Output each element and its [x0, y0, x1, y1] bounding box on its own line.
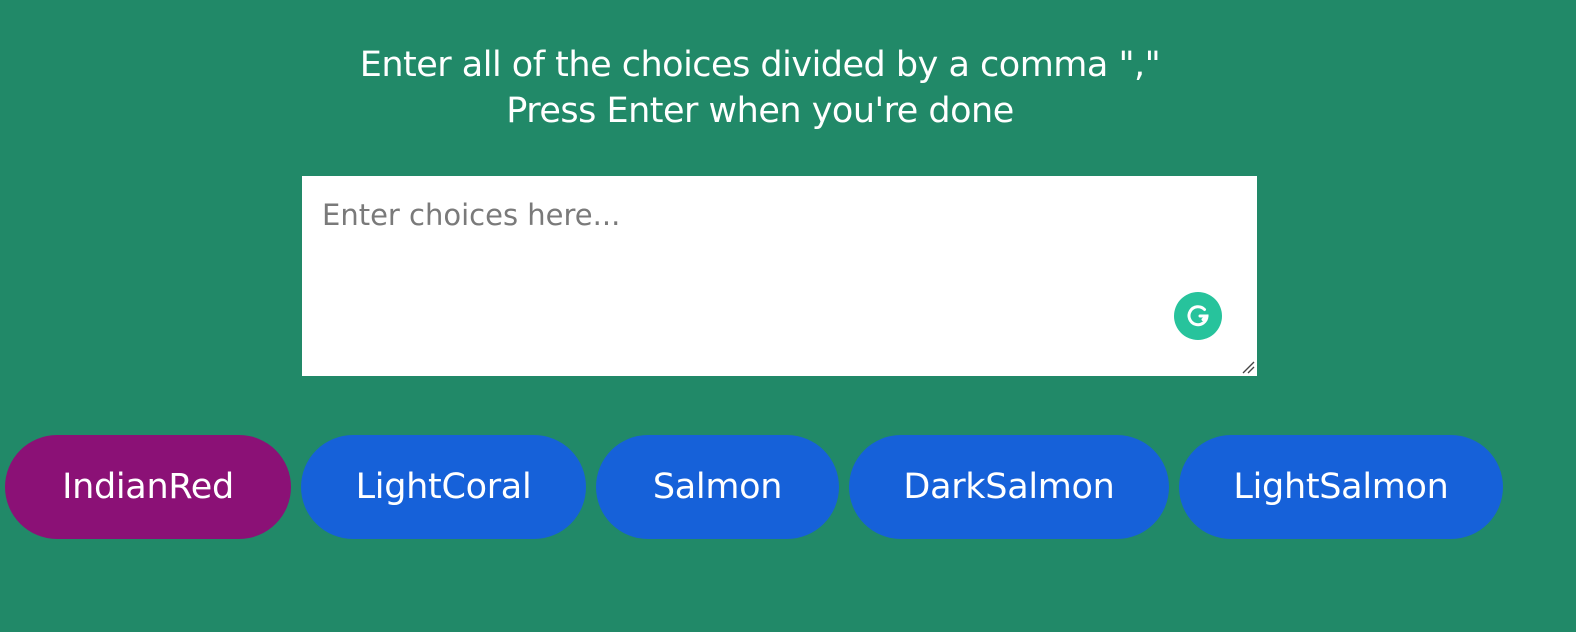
choice-tag[interactable]: IndianRed	[5, 435, 291, 539]
choice-tag-label: LightSalmon	[1233, 467, 1449, 507]
instructions: Enter all of the choices divided by a co…	[0, 42, 1520, 134]
grammarly-icon	[1187, 305, 1209, 327]
choice-tag-label: IndianRed	[62, 467, 234, 507]
instructions-line-2: Press Enter when you're done	[506, 91, 1014, 131]
choice-tag-label: LightCoral	[355, 467, 532, 507]
choices-textarea[interactable]	[302, 176, 1257, 376]
choice-tag[interactable]: LightCoral	[301, 435, 586, 539]
resize-handle-icon[interactable]	[1241, 360, 1255, 374]
instructions-line-1: Enter all of the choices divided by a co…	[359, 45, 1161, 85]
choice-tag[interactable]: LightSalmon	[1179, 435, 1503, 539]
choices-input-container	[302, 176, 1257, 376]
choice-tag-label: Salmon	[652, 467, 783, 507]
choice-tag-label: DarkSalmon	[903, 467, 1115, 507]
grammarly-button[interactable]	[1174, 292, 1222, 340]
choice-tag[interactable]: DarkSalmon	[849, 435, 1169, 539]
choice-tag[interactable]: Salmon	[596, 435, 839, 539]
